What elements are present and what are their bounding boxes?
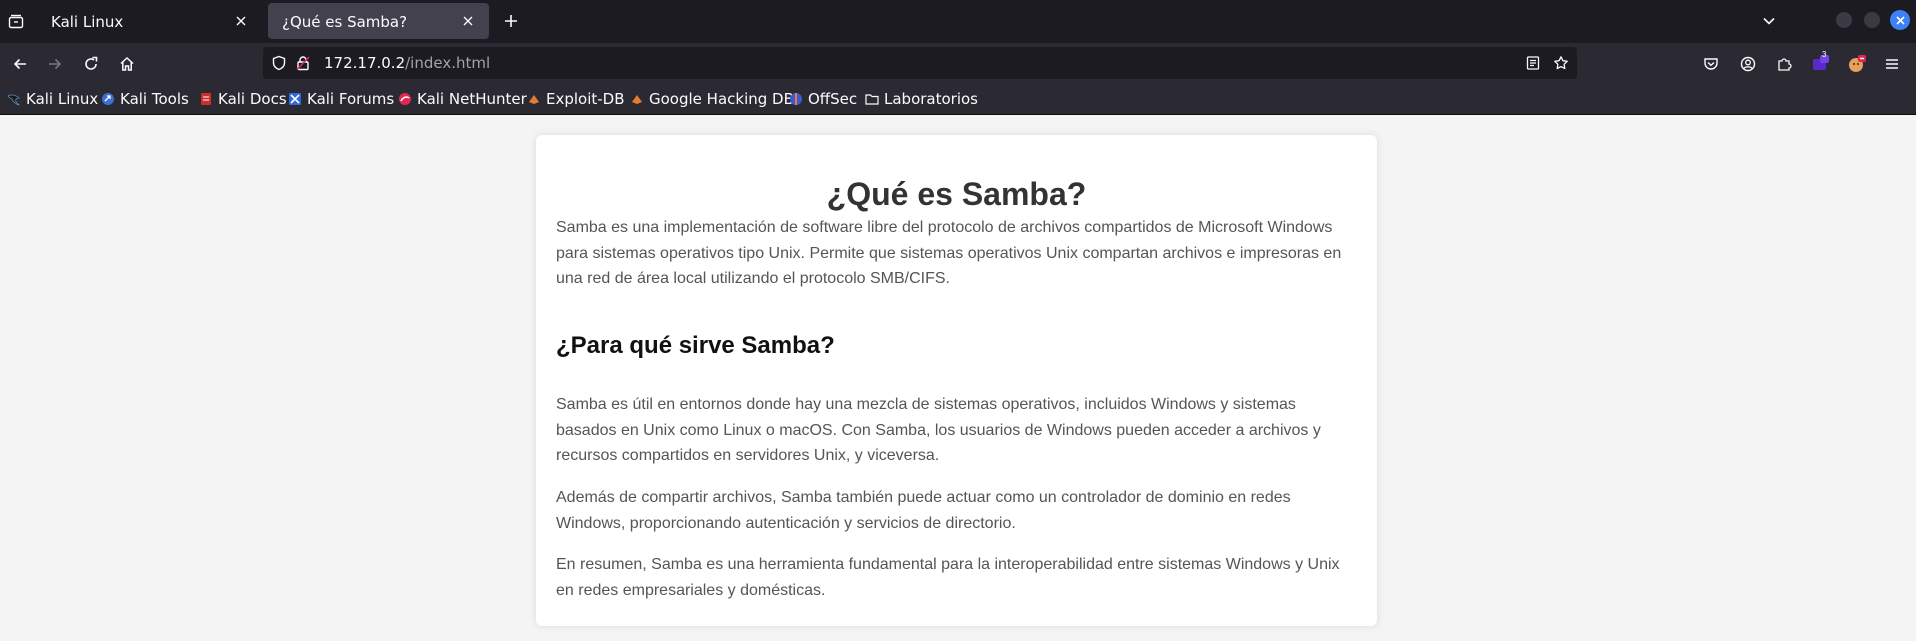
list-all-tabs-button[interactable] — [5, 11, 27, 33]
extensions-button[interactable] — [1772, 52, 1796, 76]
bookmark-exploit-db[interactable]: Exploit-DB — [527, 89, 625, 109]
forward-button[interactable] — [43, 52, 67, 76]
paragraph-domain-controller: Además de compartir archivos, Samba tamb… — [556, 489, 1291, 532]
close-icon — [1895, 15, 1905, 25]
close-icon — [236, 16, 246, 26]
hamburger-menu-icon — [1886, 59, 1898, 69]
page-viewport: ¿Qué es Samba? Samba es una implementaci… — [0, 115, 1916, 641]
tab-kali-linux[interactable]: Kali Linux — [37, 3, 262, 39]
ghdb-icon — [632, 95, 642, 104]
extension-avatar-icon — [1849, 55, 1866, 72]
extension-badge: 3 — [1822, 50, 1827, 59]
tab-strip: Kali Linux ¿Qué es Samba? — [0, 0, 1916, 43]
kali-dragon-icon — [7, 94, 20, 106]
tab-list-dropdown[interactable] — [1757, 9, 1781, 33]
pocket-icon — [1704, 58, 1718, 70]
puzzle-icon — [1778, 58, 1792, 71]
open-menu-button[interactable] — [1880, 52, 1904, 76]
kali-tools-icon — [102, 93, 114, 105]
arrow-left-icon — [13, 58, 26, 70]
kali-docs-icon — [201, 93, 211, 105]
reload-button[interactable] — [79, 52, 103, 76]
insecure-lock-icon — [296, 56, 310, 71]
bookmarks-toolbar: Kali Linux Kali Tools Kali Docs Kali For… — [0, 84, 1916, 115]
paragraph-summary: En resumen, Samba es una herramienta fun… — [556, 556, 1340, 599]
star-icon — [1554, 56, 1568, 70]
new-tab-button[interactable] — [499, 9, 523, 33]
bookmark-google-hacking-db[interactable]: Google Hacking DB — [630, 89, 794, 109]
site-security-button[interactable] — [291, 51, 315, 75]
plus-icon — [505, 15, 517, 27]
bookmark-label: Laboratorios — [884, 90, 978, 108]
account-icon — [1740, 56, 1756, 72]
tab-title: Kali Linux — [51, 13, 124, 31]
home-icon — [120, 56, 134, 71]
bookmark-label: Exploit-DB — [546, 90, 625, 108]
close-window-button[interactable] — [1890, 10, 1910, 30]
back-button[interactable] — [8, 52, 32, 76]
tab-overview-icon — [8, 14, 24, 29]
bookmark-label: Kali NetHunter — [417, 90, 527, 108]
home-button[interactable] — [115, 52, 139, 76]
reload-icon — [85, 56, 98, 70]
arrow-right-icon — [49, 58, 62, 70]
bookmark-kali-docs[interactable]: Kali Docs — [199, 89, 287, 109]
intro-paragraph: Samba es una implementación de software … — [556, 219, 1342, 287]
bookmark-kali-tools[interactable]: Kali Tools — [101, 89, 189, 109]
exploit-db-icon — [529, 95, 539, 104]
offsec-icon — [790, 93, 802, 105]
bookmark-label: Kali Forums — [307, 90, 395, 108]
tab-samba[interactable]: ¿Qué es Samba? — [268, 3, 489, 39]
bookmark-label: Kali Linux — [26, 90, 99, 108]
kali-nethunter-icon — [399, 93, 411, 105]
bookmark-kali-forums[interactable]: Kali Forums — [288, 89, 394, 109]
address-bar[interactable]: 172.17.0.2/index.html — [263, 47, 1577, 79]
url-text[interactable]: 172.17.0.2/index.html — [324, 54, 490, 72]
bookmark-kali-nethunter[interactable]: Kali NetHunter — [398, 89, 527, 109]
bookmark-label: OffSec — [808, 90, 858, 108]
bookmark-label: Kali Tools — [120, 90, 189, 108]
account-button[interactable] — [1736, 52, 1760, 76]
tab-close-button[interactable] — [230, 10, 252, 32]
shield-icon — [272, 55, 286, 71]
tracking-protection-button[interactable] — [267, 51, 291, 75]
url-host: 172.17.0.2 — [324, 54, 406, 72]
bookmark-label: Google Hacking DB — [649, 90, 794, 108]
url-path: /index.html — [405, 54, 491, 72]
close-icon — [463, 16, 473, 26]
reader-view-icon — [1526, 56, 1540, 70]
pocket-button[interactable] — [1699, 52, 1723, 76]
page-title: ¿Qué es Samba? — [826, 176, 1087, 212]
paragraph-usage: Samba es útil en entornos donde hay una … — [556, 396, 1321, 464]
bookmark-folder-laboratorios[interactable]: Laboratorios — [865, 89, 978, 109]
folder-icon — [865, 94, 879, 105]
article-card: ¿Qué es Samba? Samba es una implementaci… — [536, 135, 1377, 626]
bookmark-label: Kali Docs — [218, 90, 287, 108]
extension-button-purple[interactable]: 3 — [1808, 50, 1832, 76]
navigation-toolbar: 172.17.0.2/index.html 3 — [0, 43, 1916, 84]
minimize-window-button[interactable] — [1836, 12, 1852, 28]
chevron-down-icon — [1763, 17, 1775, 25]
reader-view-button[interactable] — [1521, 51, 1545, 75]
bookmark-kali-linux[interactable]: Kali Linux — [7, 89, 98, 109]
bookmark-offsec[interactable]: OffSec — [789, 89, 857, 109]
kali-forums-icon — [289, 93, 301, 105]
bookmark-page-button[interactable] — [1549, 51, 1573, 75]
tab-close-button[interactable] — [457, 10, 479, 32]
extension-button-avatar[interactable] — [1845, 52, 1869, 76]
tab-title: ¿Qué es Samba? — [282, 13, 408, 31]
maximize-window-button[interactable] — [1864, 12, 1880, 28]
section-heading: ¿Para qué sirve Samba? — [556, 332, 835, 359]
